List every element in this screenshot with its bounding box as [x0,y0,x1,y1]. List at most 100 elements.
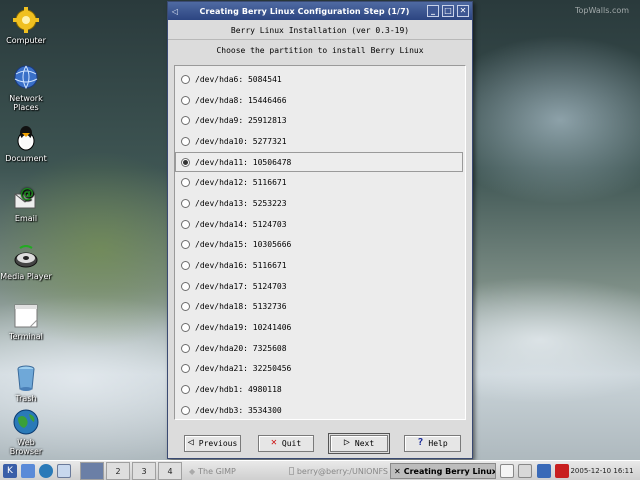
desktop-pager-4[interactable]: 4 [158,462,182,480]
partition-label: /dev/hda11: 10506478 [195,157,292,167]
partition-option[interactable]: /dev/hda14: 5124703 [175,214,463,235]
desktop-icon-document[interactable]: Document [0,124,52,163]
partition-radio[interactable] [181,323,190,333]
partition-radio[interactable] [181,261,190,271]
partition-option[interactable]: /dev/hda15: 10305666 [175,235,463,256]
partition-option[interactable]: /dev/hda6: 5084541 [175,69,463,90]
quit-label: Quit [281,438,302,448]
desktop-icon-label: Trash [15,394,37,403]
partition-prompt: Choose the partition to install Berry Li… [168,40,472,62]
partition-radio[interactable] [181,198,190,208]
tray-network[interactable] [537,463,551,479]
partition-option[interactable]: /dev/hda21: 32250456 [175,359,463,380]
task-terminal[interactable]: berry@berry:/UNIONFS [286,463,388,479]
partition-radio[interactable] [181,302,190,312]
desktop-pager-1[interactable]: 1 [80,462,104,480]
previous-button[interactable]: ◁ Previous [184,434,241,452]
partition-label: /dev/hdb3: 3534300 [195,405,282,415]
task-label: The GIMP [198,466,236,476]
partition-option[interactable]: /dev/hda9: 25912813 [175,110,463,131]
quit-button[interactable]: ✕ Quit [258,434,314,452]
partition-option[interactable]: /dev/hda16: 5116671 [175,255,463,276]
partition-option[interactable]: /dev/hda10: 5277321 [175,131,463,152]
desktop-pager-2[interactable]: 2 [106,462,130,480]
pager-label: 2 [115,466,121,476]
partition-label: /dev/hda12: 5116671 [195,178,287,188]
desktop-icon-network-places[interactable]: Network Places [0,64,52,112]
desktop-icon-trash[interactable]: Trash [0,364,52,403]
clock[interactable]: 2005-12-10 16:11 [567,463,637,479]
partition-radio[interactable] [181,95,190,105]
partition-option[interactable]: /dev/hda12: 5116671 [175,172,463,193]
partition-radio[interactable] [181,74,190,84]
title-bar[interactable]: ◁ Creating Berry Linux Configuration Ste… [168,2,472,20]
partition-radio[interactable] [181,364,190,374]
partition-radio[interactable] [181,178,190,188]
partition-option[interactable]: /dev/hda8: 15446466 [175,90,463,111]
partition-option[interactable]: /dev/hda19: 10241406 [175,317,463,338]
desktop-icon-media-player[interactable]: Media Player [0,242,52,281]
taskbar: K 1 2 3 4 ◆ The GIMP berry@berry:/UNIONF… [0,460,640,480]
document-icon [17,126,35,151]
svg-text:@: @ [20,186,34,202]
task-gimp[interactable]: ◆ The GIMP [186,463,282,479]
tray-keyboard[interactable] [518,463,532,479]
partition-radio[interactable] [181,116,190,126]
launcher-browser[interactable] [39,463,53,479]
question-mark-icon: ? [417,437,424,448]
partition-radio[interactable] [181,385,190,395]
keyboard-icon [518,464,532,478]
partition-option[interactable]: /dev/hda20: 7325608 [175,338,463,359]
partition-option[interactable]: /dev/hdb3: 3534300 [175,400,463,421]
window-title: Creating Berry Linux Configuration Step … [199,6,410,16]
tray-clipboard[interactable] [500,463,514,479]
partition-radio[interactable] [181,219,190,229]
partition-option[interactable]: /dev/hda17: 5124703 [175,276,463,297]
globe-icon [39,464,53,478]
partition-label: /dev/hda18: 5132736 [195,302,287,312]
maximize-button[interactable]: □ [442,5,454,17]
close-x-icon: ✕ [270,437,277,448]
installer-version-heading: Berry Linux Installation (ver 0.3-19) [168,20,472,40]
launcher-home[interactable] [21,463,35,479]
x-window-icon: ✕ [394,466,401,476]
launcher-mail[interactable] [57,463,71,479]
task-label: Creating Berry Linux [403,466,496,476]
partition-label: /dev/hda20: 7325608 [195,343,287,353]
email-icon: @ [14,186,36,209]
desktop-pager-3[interactable]: 3 [132,462,156,480]
partition-option[interactable]: /dev/hda18: 5132736 [175,297,463,318]
partition-label: /dev/hda6: 5084541 [195,74,282,84]
arrow-right-icon: ▷ [343,437,350,448]
trash-icon [17,365,35,391]
help-label: Help [428,438,448,448]
close-button[interactable]: ✕ [457,5,469,17]
partition-label: /dev/hda8: 15446466 [195,95,287,105]
partition-radio[interactable] [181,343,190,353]
desktop-icon-email[interactable]: @ Email [0,184,52,223]
partition-radio[interactable] [181,405,190,415]
window-menu-icon[interactable]: ◁ [168,7,182,16]
gimp-icon: ◆ [189,466,196,476]
help-button[interactable]: ? Help [404,434,461,452]
start-menu-button[interactable]: K [3,463,17,479]
partition-radio[interactable] [181,157,190,167]
media-player-icon [14,245,38,268]
next-button[interactable]: ▷ Next [328,432,390,454]
partition-option[interactable]: /dev/hda11: 10506478 [175,151,463,173]
previous-label: Previous [198,438,238,448]
task-berry-installer[interactable]: ✕ Creating Berry Linux [390,463,496,479]
partition-radio[interactable] [181,136,190,146]
partition-radio[interactable] [181,240,190,250]
partition-radio[interactable] [181,281,190,291]
desktop-icon-terminal[interactable]: Terminal [0,302,52,341]
terminal-window-icon [289,467,294,475]
partition-option[interactable]: /dev/hda13: 5253223 [175,193,463,214]
partition-option[interactable]: /dev/hdb1: 4980118 [175,379,463,400]
desktop-icon-web-browser[interactable]: Web Browser [0,408,52,456]
desktop-icon-label: Computer [6,36,46,45]
partition-label: /dev/hda9: 25912813 [195,116,287,126]
minimize-button[interactable]: _ [427,5,439,17]
desktop-icon-computer[interactable]: Computer [0,6,52,45]
task-label: berry@berry:/UNIONFS [296,466,388,476]
